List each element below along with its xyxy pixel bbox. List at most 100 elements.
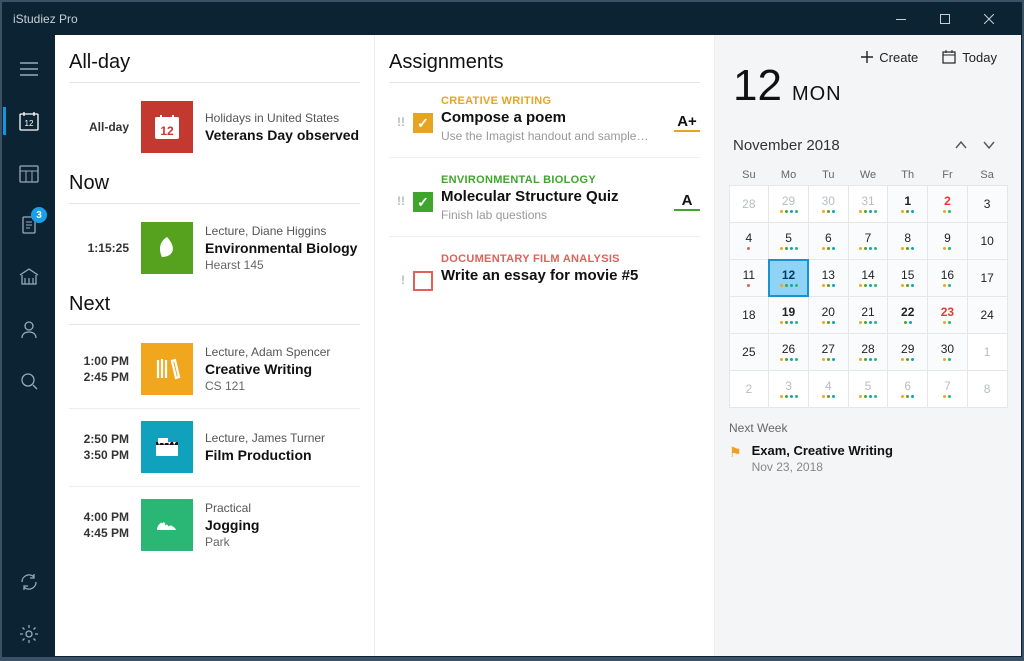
next-week-item[interactable]: ⚑ Exam, Creative Writing Nov 23, 2018 — [729, 443, 1007, 474]
calendar-day[interactable]: 7 — [927, 370, 968, 408]
next-month-button[interactable] — [975, 133, 1003, 157]
assignment-item[interactable]: !DOCUMENTARY FILM ANALYSISWrite an essay… — [389, 249, 700, 305]
calendar-day[interactable]: 14 — [848, 259, 889, 297]
calendar-day[interactable]: 18 — [729, 296, 770, 334]
calendar-day[interactable]: 16 — [927, 259, 968, 297]
weekday-label: Fr — [928, 169, 968, 181]
calendar-day[interactable]: 2 — [729, 370, 770, 408]
calendar-day[interactable]: 30 — [927, 333, 968, 371]
hamburger-menu[interactable] — [3, 47, 55, 91]
nav-sync[interactable] — [3, 560, 55, 604]
calendar-day[interactable]: 29 — [887, 333, 928, 371]
calendar-day[interactable]: 11 — [729, 259, 770, 297]
assignment-checkbox[interactable]: ✓ — [413, 113, 433, 133]
calendar-day[interactable]: 6 — [887, 370, 928, 408]
nav-search[interactable] — [3, 359, 55, 403]
calendar-day[interactable]: 29 — [768, 185, 809, 223]
nav-planner[interactable] — [3, 255, 55, 299]
today-button[interactable]: Today — [942, 50, 997, 65]
calendar-day[interactable]: 1 — [887, 185, 928, 223]
assignment-checkbox[interactable] — [413, 271, 433, 291]
calendar-day[interactable]: 4 — [808, 370, 849, 408]
allday-event[interactable]: All-day 12 Holidays in United States Vet… — [69, 91, 360, 164]
calendar-day[interactable]: 5 — [848, 370, 889, 408]
calendar-day[interactable]: 19 — [768, 296, 809, 334]
calendar-day[interactable]: 3 — [967, 185, 1008, 223]
calendar-day[interactable]: 9 — [927, 222, 968, 260]
maximize-button[interactable] — [923, 3, 967, 35]
now-event[interactable]: 1:15:25 Lecture, Diane Higgins Environme… — [69, 212, 360, 285]
assignment-grade: A+ — [674, 95, 700, 132]
assignment-checkbox[interactable]: ✓ — [413, 192, 433, 212]
assignments-badge: 3 — [31, 207, 47, 223]
event-time: 2:50 PM3:50 PM — [69, 431, 129, 463]
close-button[interactable] — [967, 3, 1011, 35]
next-week-heading: Next Week — [729, 421, 1007, 435]
event-icon — [141, 343, 193, 395]
calendar-day[interactable]: 23 — [927, 296, 968, 334]
assignment-title: Molecular Structure Quiz — [441, 188, 666, 205]
calendar-day[interactable]: 21 — [848, 296, 889, 334]
date-daynum: 12 — [733, 61, 782, 111]
priority-indicator: !! — [389, 95, 405, 129]
today-label: Today — [962, 50, 997, 65]
nav-settings[interactable] — [3, 612, 55, 656]
event-subtitle: Lecture, Adam Spencer — [205, 345, 360, 359]
minimize-button[interactable] — [879, 3, 923, 35]
calendar-day[interactable]: 4 — [729, 222, 770, 260]
calendar-day[interactable]: 1 — [967, 333, 1008, 371]
nav-today[interactable]: 12 — [3, 99, 55, 143]
event-countdown: 1:15:25 — [69, 240, 129, 256]
calendar-day[interactable]: 5 — [768, 222, 809, 260]
calendar-day[interactable]: 3 — [768, 370, 809, 408]
calendar-day[interactable]: 20 — [808, 296, 849, 334]
assignments-list: !!✓CREATIVE WRITINGCompose a poemUse the… — [389, 91, 700, 305]
next-week-date: Nov 23, 2018 — [752, 460, 893, 474]
window-body: 12 3 — [3, 35, 1021, 656]
app-window: iStudiez Pro 12 3 — [2, 2, 1022, 657]
prev-month-button[interactable] — [947, 133, 975, 157]
calendar-day[interactable]: 8 — [967, 370, 1008, 408]
calendar-day[interactable]: 12 — [768, 259, 809, 297]
assignment-item[interactable]: !!✓ENVIRONMENTAL BIOLOGYMolecular Struct… — [389, 170, 700, 237]
next-event[interactable]: 2:50 PM3:50 PMLecture, James TurnerFilm … — [69, 411, 360, 484]
calendar-day[interactable]: 10 — [967, 222, 1008, 260]
calendar-day[interactable]: 8 — [887, 222, 928, 260]
calendar-day[interactable]: 24 — [967, 296, 1008, 334]
next-event[interactable]: 4:00 PM4:45 PMPracticalJoggingPark — [69, 489, 360, 562]
nav-sidebar: 12 3 — [3, 35, 55, 656]
calendar-day[interactable]: 2 — [927, 185, 968, 223]
assignment-course: CREATIVE WRITING — [441, 95, 666, 107]
date-weekday: MON — [792, 83, 842, 106]
weekday-label: Mo — [769, 169, 809, 181]
event-title: Creative Writing — [205, 361, 360, 377]
nav-assignments[interactable]: 3 — [3, 203, 55, 247]
event-title: Film Production — [205, 447, 360, 463]
leaf-icon — [141, 222, 193, 274]
plus-icon — [861, 51, 873, 63]
assignments-column: Assignments !!✓CREATIVE WRITINGCompose a… — [375, 35, 715, 656]
nav-instructors[interactable] — [3, 307, 55, 351]
next-event[interactable]: 1:00 PM2:45 PMLecture, Adam SpencerCreat… — [69, 333, 360, 406]
calendar-day[interactable]: 28 — [848, 333, 889, 371]
calendar-day[interactable]: 31 — [848, 185, 889, 223]
calendar-day[interactable]: 27 — [808, 333, 849, 371]
assignment-item[interactable]: !!✓CREATIVE WRITINGCompose a poemUse the… — [389, 91, 700, 158]
calendar-day[interactable]: 28 — [729, 185, 770, 223]
nav-calendar[interactable] — [3, 151, 55, 195]
main-content: Create Today All-day All-day 12 Holid — [55, 35, 1021, 656]
calendar-day[interactable]: 22 — [887, 296, 928, 334]
calendar-day[interactable]: 30 — [808, 185, 849, 223]
calendar-day[interactable]: 26 — [768, 333, 809, 371]
calendar-day[interactable]: 25 — [729, 333, 770, 371]
calendar-day[interactable]: 17 — [967, 259, 1008, 297]
event-subtitle: Practical — [205, 501, 360, 515]
calendar-day[interactable]: 6 — [808, 222, 849, 260]
calendar-day[interactable]: 7 — [848, 222, 889, 260]
event-icon — [141, 499, 193, 551]
month-header: November 2018 — [729, 127, 1007, 165]
now-heading: Now — [69, 172, 360, 195]
create-button[interactable]: Create — [861, 50, 918, 65]
calendar-day[interactable]: 13 — [808, 259, 849, 297]
calendar-day[interactable]: 15 — [887, 259, 928, 297]
